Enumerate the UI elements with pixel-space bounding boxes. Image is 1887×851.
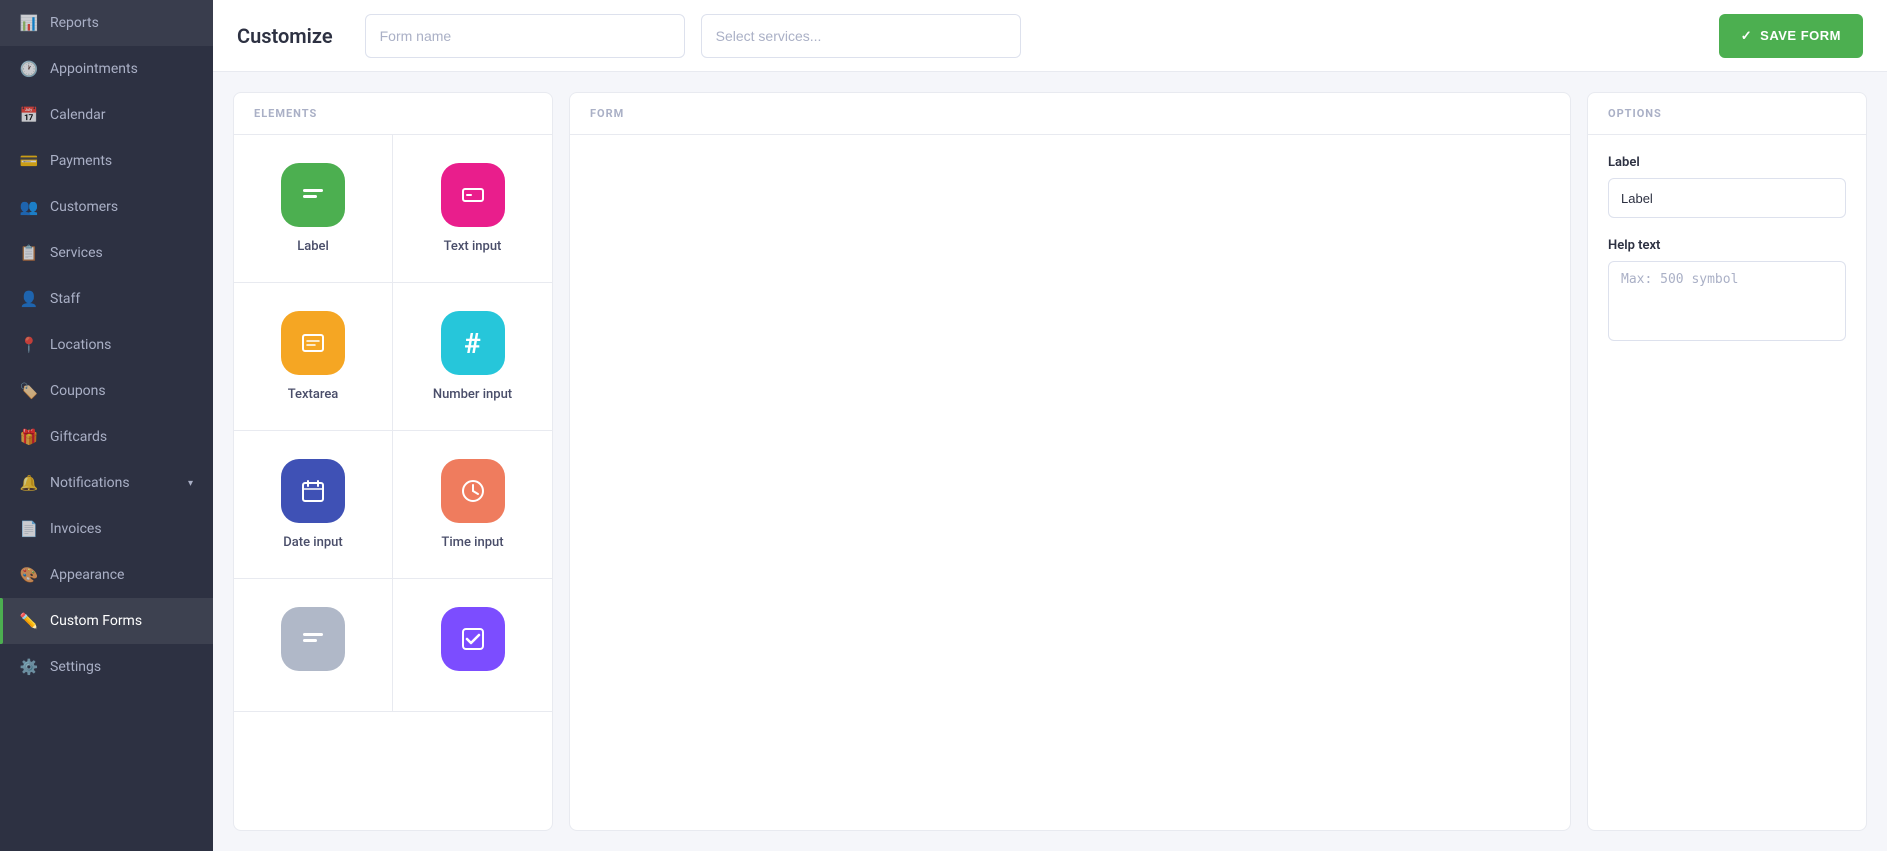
sidebar-item-payments[interactable]: 💳 Payments: [0, 138, 213, 184]
sidebar-item-notifications[interactable]: 🔔 Notifications ▾: [0, 460, 213, 506]
sidebar-item-customers[interactable]: 👥 Customers: [0, 184, 213, 230]
label-field-heading: Label: [1608, 155, 1846, 170]
select-services-input[interactable]: [701, 14, 1021, 58]
label-icon: [281, 163, 345, 227]
content-area: ELEMENTS Label Text input Textarea # Num…: [213, 72, 1887, 851]
appearance-icon: 🎨: [20, 566, 38, 584]
sidebar-item-label: Appointments: [50, 61, 138, 77]
sidebar-item-label: Services: [50, 245, 103, 261]
element-item7[interactable]: [234, 579, 393, 712]
page-title: Customize: [237, 24, 333, 48]
element-date-input[interactable]: Date input: [234, 431, 393, 579]
sidebar: 📊 Reports 🕐 Appointments 📅 Calendar 💳 Pa…: [0, 0, 213, 851]
invoices-icon: 📄: [20, 520, 38, 538]
sidebar-item-label: Coupons: [50, 383, 106, 399]
element-number-input[interactable]: # Number input: [393, 283, 552, 431]
payments-icon: 💳: [20, 152, 38, 170]
form-panel: FORM: [569, 92, 1571, 831]
sidebar-item-services[interactable]: 📋 Services: [0, 230, 213, 276]
sidebar-item-label: Giftcards: [50, 429, 107, 445]
form-name-input[interactable]: [365, 14, 685, 58]
number-input-label: Number input: [433, 387, 512, 402]
item7-icon: [281, 607, 345, 671]
label-input[interactable]: [1608, 178, 1846, 218]
time-input-icon: [441, 459, 505, 523]
custom-forms-icon: ✏️: [20, 612, 38, 630]
elements-panel: ELEMENTS Label Text input Textarea # Num…: [233, 92, 553, 831]
sidebar-item-label: Payments: [50, 153, 112, 169]
sidebar-item-coupons[interactable]: 🏷️ Coupons: [0, 368, 213, 414]
elements-panel-header: ELEMENTS: [234, 93, 552, 135]
sidebar-item-label: Notifications: [50, 475, 130, 491]
element-time-input[interactable]: Time input: [393, 431, 552, 579]
sidebar-item-settings[interactable]: ⚙️ Settings: [0, 644, 213, 690]
services-icon: 📋: [20, 244, 38, 262]
appointments-icon: 🕐: [20, 60, 38, 78]
save-form-label: SAVE FORM: [1760, 28, 1841, 43]
customers-icon: 👥: [20, 198, 38, 216]
options-body: Label Help text: [1588, 135, 1866, 365]
text-input-label: Text input: [444, 239, 502, 254]
textarea-label: Textarea: [288, 387, 339, 402]
label-label: Label: [297, 239, 329, 254]
sidebar-item-label: Settings: [50, 659, 101, 675]
element-text-input[interactable]: Text input: [393, 135, 552, 283]
sidebar-item-label: Appearance: [50, 567, 124, 583]
staff-icon: 👤: [20, 290, 38, 308]
options-panel-header: OPTIONS: [1588, 93, 1866, 135]
sidebar-item-label: Calendar: [50, 107, 106, 123]
sidebar-item-invoices[interactable]: 📄 Invoices: [0, 506, 213, 552]
sidebar-item-staff[interactable]: 👤 Staff: [0, 276, 213, 322]
sidebar-item-appointments[interactable]: 🕐 Appointments: [0, 46, 213, 92]
item8-icon: [441, 607, 505, 671]
help-text-field-heading: Help text: [1608, 238, 1846, 253]
date-input-icon: [281, 459, 345, 523]
save-check-icon: ✓: [1741, 28, 1752, 44]
save-form-button[interactable]: ✓ SAVE FORM: [1719, 14, 1863, 58]
number-input-icon: #: [441, 311, 505, 375]
sidebar-item-label: Invoices: [50, 521, 102, 537]
settings-icon: ⚙️: [20, 658, 38, 676]
notifications-icon: 🔔: [20, 474, 38, 492]
chevron-down-icon: ▾: [188, 478, 193, 489]
element-item8[interactable]: [393, 579, 552, 712]
sidebar-item-label: Reports: [50, 15, 99, 31]
locations-icon: 📍: [20, 336, 38, 354]
sidebar-item-label: Customers: [50, 199, 118, 215]
options-panel: OPTIONS Label Help text: [1587, 92, 1867, 831]
sidebar-item-custom-forms[interactable]: ✏️ Custom Forms: [0, 598, 213, 644]
sidebar-item-locations[interactable]: 📍 Locations: [0, 322, 213, 368]
sidebar-item-label: Staff: [50, 291, 80, 307]
sidebar-item-calendar[interactable]: 📅 Calendar: [0, 92, 213, 138]
coupons-icon: 🏷️: [20, 382, 38, 400]
sidebar-item-giftcards[interactable]: 🎁 Giftcards: [0, 414, 213, 460]
element-label[interactable]: Label: [234, 135, 393, 283]
giftcards-icon: 🎁: [20, 428, 38, 446]
sidebar-item-label: Custom Forms: [50, 613, 142, 629]
textarea-icon: [281, 311, 345, 375]
text-input-icon: [441, 163, 505, 227]
date-input-label: Date input: [283, 535, 342, 550]
element-textarea[interactable]: Textarea: [234, 283, 393, 431]
sidebar-item-reports[interactable]: 📊 Reports: [0, 0, 213, 46]
reports-icon: 📊: [20, 14, 38, 32]
form-panel-header: FORM: [570, 93, 1570, 135]
elements-grid: Label Text input Textarea # Number input…: [234, 135, 552, 712]
time-input-label: Time input: [441, 535, 503, 550]
help-text-input[interactable]: [1608, 261, 1846, 341]
main-content: Customize ✓ SAVE FORM ELEMENTS Label Tex…: [213, 0, 1887, 851]
sidebar-item-appearance[interactable]: 🎨 Appearance: [0, 552, 213, 598]
topbar: Customize ✓ SAVE FORM: [213, 0, 1887, 72]
sidebar-item-label: Locations: [50, 337, 111, 353]
calendar-icon: 📅: [20, 106, 38, 124]
